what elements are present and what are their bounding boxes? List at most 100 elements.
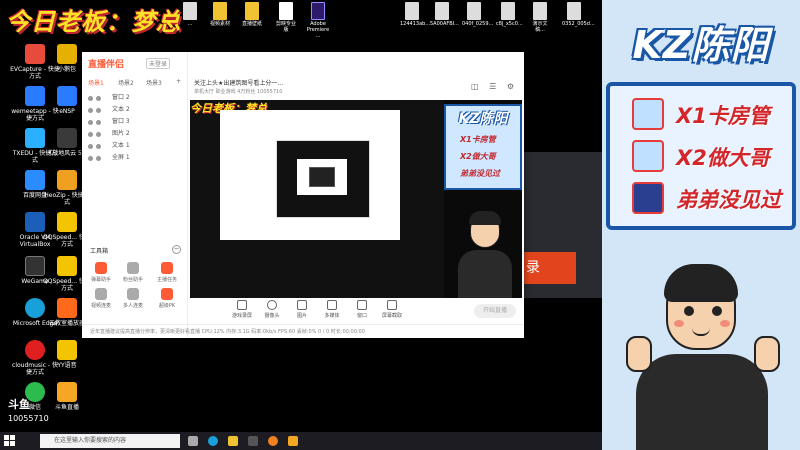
desktop-file[interactable]: 0352_005d...	[562, 2, 595, 27]
background-login-button[interactable]: 录	[524, 252, 576, 284]
source-window[interactable]: 窗口	[348, 300, 376, 319]
game-capture-icon	[237, 300, 247, 310]
scene-tabs: 场景1 场景2 场景3 +	[88, 78, 188, 88]
source-toolbar: 游戏录屏 摄像头 图片 多媒体 窗口 屏幕截取 开始直播	[188, 298, 524, 324]
stream-header: 关注上头★出建筑图号看上分一... 单机大厅 职业游戏 4万粉丝 1005571…	[188, 52, 524, 96]
rule-label: X1卡房管	[676, 104, 770, 128]
avatar-eye-right	[712, 306, 722, 316]
visibility-icon[interactable]	[88, 108, 93, 113]
tool-pk[interactable]: 超级PK	[152, 288, 182, 309]
windows-start-button[interactable]	[4, 435, 16, 447]
source-camera[interactable]: 摄像头	[258, 300, 286, 319]
stream-app-taskbar-icon[interactable]	[268, 436, 278, 446]
layer-item[interactable]: 图片 2	[86, 128, 186, 140]
watermark-brand: 斗鱼	[8, 398, 30, 411]
desktop-file[interactable]: c8j_x5c0...	[496, 2, 523, 27]
login-badge[interactable]: 未登录	[146, 58, 171, 69]
preview-avatar-hair	[469, 211, 501, 225]
file-label: c8j_x5c0...	[496, 21, 523, 27]
store-icon[interactable]	[248, 436, 258, 446]
file-explorer-icon[interactable]	[228, 436, 238, 446]
ensp-icon	[57, 86, 77, 106]
toolbox-title: 工具箱	[90, 248, 109, 255]
desktop-icon-douyu[interactable]: 斗鱼直播	[42, 382, 92, 411]
file-label: 剪映专业版	[275, 21, 296, 33]
source-image[interactable]: 图片	[288, 300, 316, 319]
desktop-icon-label: YY语音	[57, 362, 77, 369]
taskbar-search-input[interactable]: 在这里输入你要搜索的内容	[40, 434, 180, 448]
source-media[interactable]: 多媒体	[318, 300, 346, 319]
go-live-button[interactable]: 开始直播	[474, 304, 516, 318]
visibility-icon[interactable]	[88, 120, 93, 125]
desktop-file[interactable]: 124413ab...	[400, 2, 430, 27]
lock-icon[interactable]	[96, 108, 101, 113]
stream-banner: 今日老板：梦总	[0, 0, 200, 36]
desktop-folder[interactable]: 视频素材	[208, 2, 232, 27]
layer-item[interactable]: 全屏 1	[86, 152, 186, 164]
tool-video-link[interactable]: 视频连麦	[86, 288, 116, 309]
layer-label: 全屏 1	[112, 154, 130, 161]
desktop-icon-label: 小鹅包	[57, 66, 76, 73]
tool-label: 视频连麦	[90, 303, 111, 309]
layer-list: 窗口 2 文本 2 窗口 3 图片 2 文本 1 全屏 1	[86, 92, 186, 164]
desktop-file[interactable]: 040f_0259...	[462, 2, 493, 27]
layer-item[interactable]: 文本 1	[86, 140, 186, 152]
desktop-icon-yy[interactable]: YY语音	[42, 340, 92, 369]
add-scene-icon[interactable]: +	[176, 78, 181, 85]
tool-fans[interactable]: 粉丝助手	[118, 262, 148, 283]
tool-multi-link[interactable]: 多人连麦	[118, 288, 148, 309]
lock-icon[interactable]	[96, 96, 101, 101]
preview-avatar	[452, 210, 518, 298]
layer-item[interactable]: 文本 2	[86, 104, 186, 116]
lock-icon[interactable]	[96, 132, 101, 137]
file-label: 直播壁纸	[241, 21, 262, 27]
header-action-icons[interactable]: ◫ ☰ ⚙	[471, 82, 518, 91]
toolbox-add-icon[interactable]: −	[172, 245, 181, 254]
desktop-app-premiere[interactable]: Adobe Premiere ...	[306, 2, 330, 39]
status-bar: 近年直播建议提高直播分辨率，更清晰更好看直播 CPU:12% 内存:3.1G 码…	[82, 324, 524, 338]
layer-label: 图片 2	[112, 130, 130, 137]
desktop-file[interactable]: 演示文稿...	[528, 2, 552, 33]
lock-icon[interactable]	[96, 120, 101, 125]
banner-text: 今日老板：梦总	[6, 8, 181, 36]
document-file-icon	[533, 2, 547, 20]
tab-scene-2[interactable]: 场景2	[118, 78, 134, 87]
visibility-icon[interactable]	[88, 156, 93, 161]
desktop-folder[interactable]: 直播壁纸	[240, 2, 264, 27]
source-label: 屏幕截取	[381, 313, 402, 319]
tab-scene-1[interactable]: 场景1	[88, 78, 104, 87]
file-label: 演示文稿...	[532, 21, 548, 33]
desktop-app-capcut[interactable]: 剪映专业版	[274, 2, 298, 33]
file-label: ...	[187, 21, 193, 27]
visibility-icon[interactable]	[88, 96, 93, 101]
visibility-icon[interactable]	[88, 132, 93, 137]
tool-tasks[interactable]: 主播任务	[152, 262, 182, 283]
lock-icon[interactable]	[96, 144, 101, 149]
tool-label: 主播任务	[156, 277, 177, 283]
source-game-capture[interactable]: 游戏录屏	[228, 300, 256, 319]
tool-danmaku[interactable]: 弹幕助手	[86, 262, 116, 283]
main-panel: 关注上头★出建筑图号看上分一... 单机大厅 职业游戏 4万粉丝 1005571…	[188, 52, 524, 324]
desktop-file[interactable]: 5A00AFBI...	[430, 2, 459, 27]
file-icon	[183, 2, 197, 20]
douyu-taskbar-icon[interactable]	[288, 436, 298, 446]
rule-label: X2做大哥	[676, 146, 770, 170]
screenshot-root: 今日老板：梦总 ... 视频素材 直播壁纸 剪映专业版 Adobe Premie…	[0, 0, 800, 450]
tab-scene-3[interactable]: 场景3	[146, 78, 162, 87]
tool-label: 超级PK	[158, 303, 176, 309]
lock-icon[interactable]	[96, 156, 101, 161]
capcut-icon	[279, 2, 293, 20]
stream-title[interactable]: 关注上头★出建筑图号看上分一...	[194, 78, 283, 87]
visibility-icon[interactable]	[88, 144, 93, 149]
source-screen[interactable]: 屏幕截取	[378, 300, 406, 319]
qqspeed-icon	[57, 212, 77, 232]
desktop-file[interactable]: ...	[178, 2, 202, 27]
edge-taskbar-icon[interactable]	[208, 436, 218, 446]
rule-row-1: X1卡房管	[632, 98, 800, 132]
layer-item[interactable]: 窗口 2	[86, 92, 186, 104]
left-panel: 直播伴侣 未登录 场景1 场景2 场景3 + 窗口 2 文本 2 窗口 3 图片…	[82, 52, 188, 338]
task-view-icon[interactable]	[188, 436, 198, 446]
preview-overlay-row: X1卡房管	[460, 135, 496, 144]
folder-icon	[245, 2, 259, 20]
layer-item[interactable]: 窗口 3	[86, 116, 186, 128]
